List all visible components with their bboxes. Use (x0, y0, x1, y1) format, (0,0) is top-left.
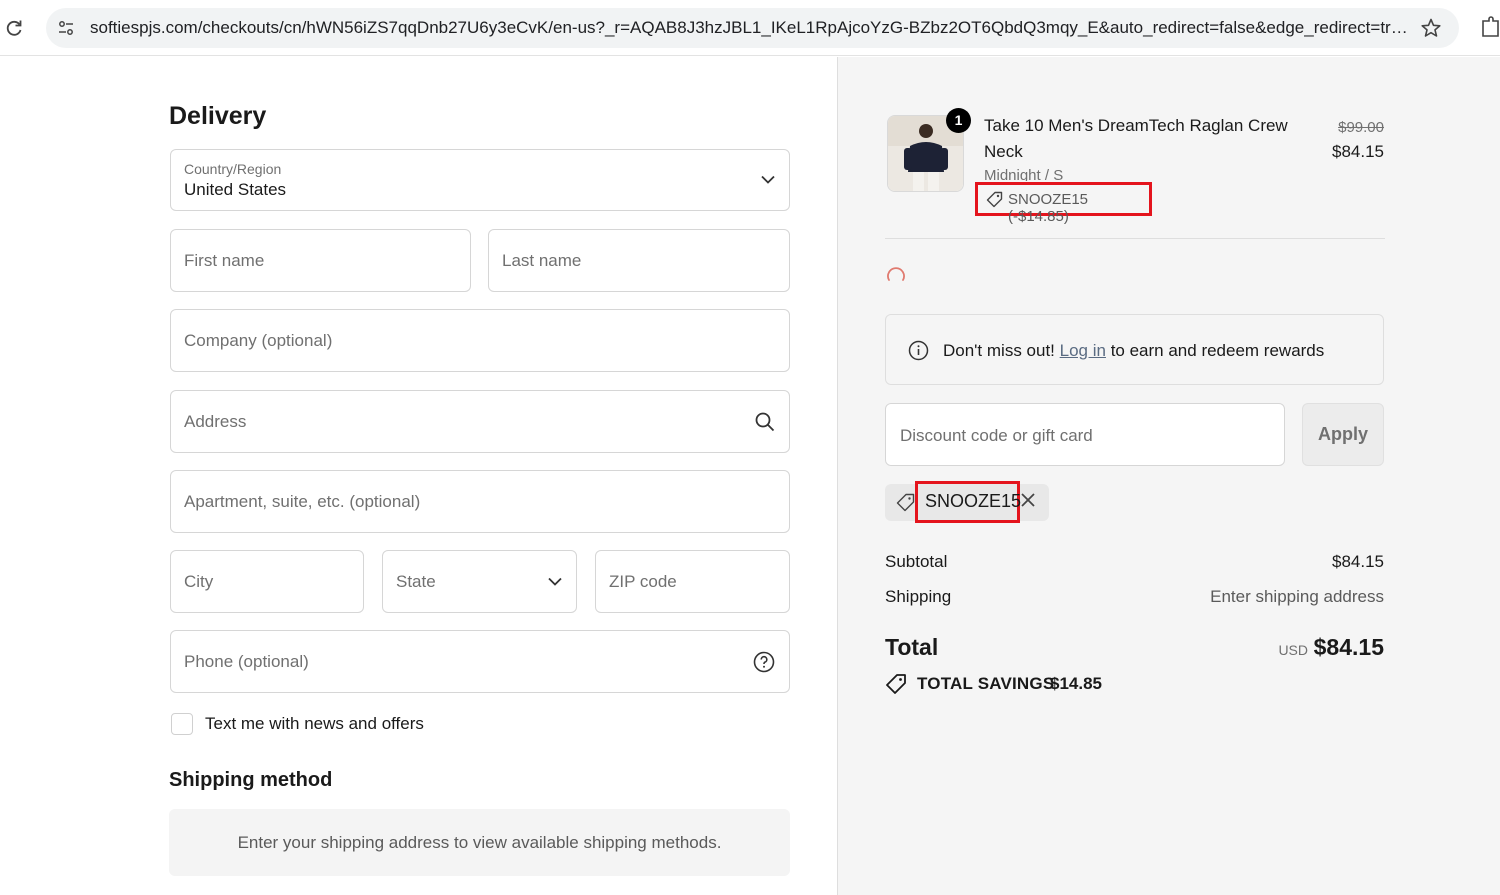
first-name-field[interactable]: First name (170, 229, 471, 292)
discount-code-input[interactable]: Discount code or gift card (885, 403, 1285, 466)
text-me-checkbox[interactable] (171, 713, 193, 735)
shipping-method-message: Enter your shipping address to view avai… (237, 833, 722, 852)
chevron-down-icon (548, 577, 562, 586)
tag-icon (896, 493, 915, 512)
order-summary-panel: 1 Take 10 Men's DreamTech Raglan Crew Ne… (838, 57, 1500, 895)
savings-tag-icon (886, 674, 906, 694)
delivery-heading: Delivery (169, 102, 267, 130)
total-currency: USD (1278, 642, 1308, 658)
bookmark-star-icon[interactable] (1420, 17, 1442, 39)
phone-placeholder: Phone (optional) (184, 651, 309, 671)
apartment-placeholder: Apartment, suite, etc. (optional) (184, 491, 421, 511)
shipping-value: Enter shipping address (1210, 587, 1384, 606)
phone-field[interactable]: Phone (optional) (170, 630, 790, 693)
total-savings-label: TOTAL SAVINGS (917, 674, 1055, 693)
rewards-banner: Don't miss out! Log in to earn and redee… (885, 314, 1384, 385)
extensions-icon[interactable] (1480, 16, 1500, 38)
apartment-field[interactable]: Apartment, suite, etc. (optional) (170, 470, 790, 533)
zip-placeholder: ZIP code (609, 571, 677, 591)
reload-icon[interactable] (4, 18, 24, 38)
company-field[interactable]: Company (optional) (170, 309, 790, 372)
product-discount-text: SNOOZE15 (-$14.85) (1008, 191, 1089, 225)
url-text[interactable]: softiespjs.com/checkouts/cn/hWN56iZS7qqD… (90, 18, 1410, 38)
address-field[interactable]: Address (170, 390, 790, 453)
product-name: Take 10 Men's DreamTech Raglan Crew Neck (984, 116, 1288, 161)
summary-divider (885, 238, 1385, 239)
original-price: $99.00 (1338, 119, 1384, 136)
chevron-down-icon (761, 175, 775, 184)
loading-spinner-icon (887, 267, 905, 281)
shipping-label: Shipping (885, 587, 952, 606)
city-field[interactable]: City (170, 550, 364, 613)
apply-button[interactable]: Apply (1302, 403, 1384, 466)
total-value: $84.15 (1313, 634, 1384, 660)
browser-toolbar: softiespjs.com/checkouts/cn/hWN56iZS7qqD… (0, 0, 1500, 56)
company-placeholder: Company (optional) (184, 330, 333, 350)
product-price: $84.15 (1332, 142, 1384, 161)
state-placeholder: State (396, 571, 436, 591)
city-placeholder: City (184, 571, 214, 591)
shipping-method-notice: Enter your shipping address to view avai… (169, 809, 790, 876)
country-select[interactable]: Country/Region United States (170, 149, 790, 211)
info-icon (908, 340, 929, 361)
total-label: Total (885, 634, 939, 660)
checkout-form-panel: Delivery Country/Region United States Fi… (0, 57, 838, 895)
subtotal-value: $84.15 (1332, 552, 1384, 571)
state-select[interactable]: State (382, 550, 577, 613)
applied-code: SNOOZE15 (925, 491, 1022, 511)
discount-code-placeholder: Discount code or gift card (900, 426, 1093, 445)
first-name-placeholder: First name (184, 250, 265, 270)
last-name-field[interactable]: Last name (488, 229, 790, 292)
last-name-placeholder: Last name (502, 250, 582, 270)
country-label: Country/Region (184, 161, 282, 177)
product-discount-badge: SNOOZE15 (-$14.85) (975, 182, 1152, 225)
site-settings-icon[interactable] (56, 18, 76, 38)
rewards-prefix: Don't miss out! (943, 341, 1055, 360)
address-placeholder: Address (184, 411, 247, 431)
tag-icon (986, 191, 1003, 208)
zip-field[interactable]: ZIP code (595, 550, 790, 613)
search-icon (755, 412, 775, 431)
country-value: United States (184, 180, 287, 199)
total-savings-value: $14.85 (1050, 674, 1102, 693)
quantity-badge: 1 (946, 108, 971, 133)
subtotal-label: Subtotal (885, 552, 948, 571)
login-link[interactable]: Log in (1060, 341, 1106, 360)
rewards-suffix: to earn and redeem rewards (1110, 341, 1325, 360)
help-icon[interactable] (753, 651, 775, 673)
rewards-text: Don't miss out! Log in to earn and redee… (943, 341, 1324, 361)
text-me-label: Text me with news and offers (205, 714, 424, 733)
remove-discount-icon[interactable] (1020, 492, 1036, 508)
shipping-method-heading: Shipping method (169, 769, 333, 791)
product-variant: Midnight / S (984, 167, 1064, 181)
address-bar[interactable]: softiespjs.com/checkouts/cn/hWN56iZS7qqD… (46, 8, 1459, 48)
